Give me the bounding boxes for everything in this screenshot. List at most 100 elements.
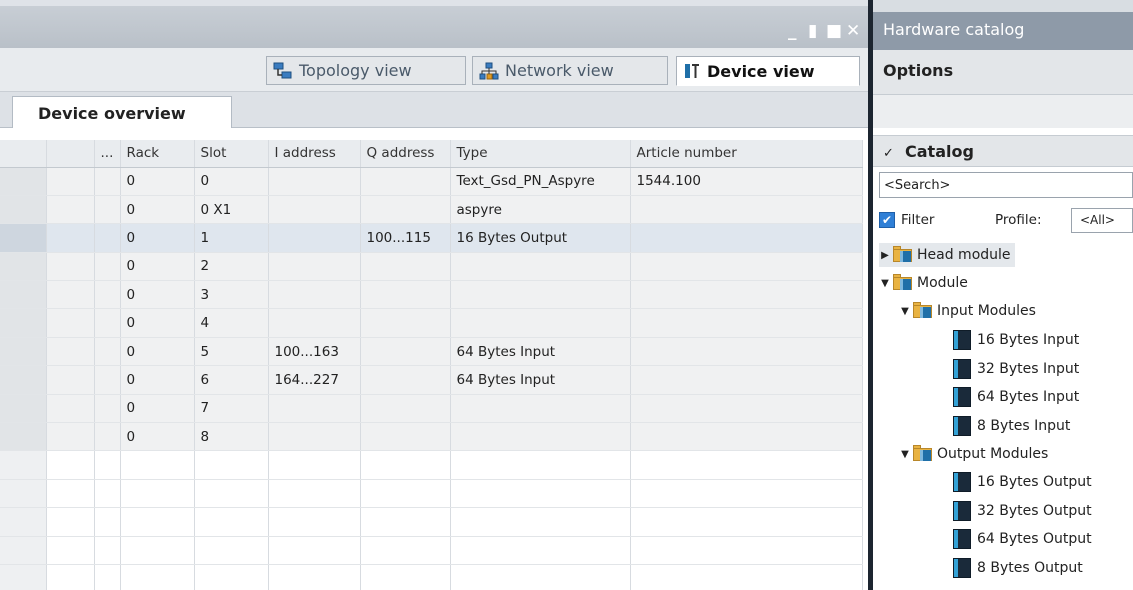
- type-cell[interactable]: [450, 308, 631, 338]
- q-address-cell[interactable]: [360, 365, 451, 395]
- catalog-module-item[interactable]: 64 Bytes Output: [953, 527, 1092, 551]
- q-address-cell[interactable]: [360, 252, 451, 282]
- row-gutter-cell[interactable]: [46, 394, 95, 424]
- tab-network-view[interactable]: Network view: [472, 56, 668, 85]
- article-number-cell[interactable]: [630, 308, 863, 338]
- i-address-cell[interactable]: [268, 308, 361, 338]
- column-header-slot[interactable]: Slot: [194, 140, 269, 168]
- empty-cell[interactable]: [0, 507, 47, 537]
- table-row[interactable]: 02: [0, 252, 863, 282]
- empty-cell[interactable]: [268, 450, 361, 480]
- slot-cell[interactable]: 3: [194, 280, 269, 310]
- catalog-module-item[interactable]: 32 Bytes Input: [953, 357, 1079, 381]
- empty-cell[interactable]: [450, 507, 631, 537]
- article-number-cell[interactable]: [630, 280, 863, 310]
- column-header-type[interactable]: Type: [450, 140, 631, 168]
- row-gutter-cell[interactable]: [94, 365, 121, 395]
- tab-device-overview[interactable]: Device overview: [12, 96, 232, 129]
- slot-cell[interactable]: 2: [194, 252, 269, 282]
- column-header-more[interactable]: ...: [94, 140, 121, 168]
- i-address-cell[interactable]: 100...163: [268, 337, 361, 367]
- i-address-cell[interactable]: [268, 167, 361, 196]
- row-gutter-cell[interactable]: [94, 195, 121, 225]
- catalog-module-item[interactable]: 16 Bytes Output: [953, 470, 1092, 494]
- row-gutter-cell[interactable]: [0, 223, 47, 253]
- empty-cell[interactable]: [630, 507, 863, 537]
- row-gutter-cell[interactable]: [46, 167, 95, 196]
- rack-cell[interactable]: 0: [120, 422, 195, 452]
- article-number-cell[interactable]: [630, 394, 863, 424]
- slot-cell[interactable]: 1: [194, 223, 269, 253]
- empty-cell[interactable]: [194, 507, 269, 537]
- empty-cell[interactable]: [360, 564, 451, 590]
- rack-cell[interactable]: 0: [120, 280, 195, 310]
- column-header[interactable]: [46, 140, 95, 168]
- empty-cell[interactable]: [0, 450, 47, 480]
- empty-cell[interactable]: [630, 450, 863, 480]
- empty-cell[interactable]: [120, 536, 195, 565]
- empty-cell[interactable]: [360, 536, 451, 565]
- row-gutter-cell[interactable]: [46, 280, 95, 310]
- empty-cell[interactable]: [46, 564, 95, 590]
- empty-cell[interactable]: [120, 479, 195, 509]
- tree-item-head-module[interactable]: ▶ Head module: [879, 243, 1015, 267]
- table-row[interactable]: 0 6 164...227 64 Bytes Input: [0, 365, 863, 395]
- empty-table-row[interactable]: [0, 479, 863, 509]
- catalog-module-item[interactable]: 8 Bytes Output: [953, 556, 1083, 580]
- rack-cell[interactable]: 0: [120, 223, 195, 253]
- filter-checkbox[interactable]: ✔: [879, 212, 895, 228]
- empty-cell[interactable]: [46, 536, 95, 565]
- type-cell[interactable]: 64 Bytes Input: [450, 365, 631, 395]
- slot-cell[interactable]: 8: [194, 422, 269, 452]
- profile-select[interactable]: <All>: [1071, 208, 1133, 233]
- row-gutter-cell[interactable]: [94, 280, 121, 310]
- table-row[interactable]: 04: [0, 308, 863, 338]
- row-gutter-cell[interactable]: [94, 223, 121, 253]
- row-gutter-cell[interactable]: [0, 422, 47, 452]
- empty-cell[interactable]: [360, 479, 451, 509]
- empty-cell[interactable]: [120, 507, 195, 537]
- empty-cell[interactable]: [94, 479, 121, 509]
- empty-cell[interactable]: [360, 507, 451, 537]
- empty-cell[interactable]: [94, 536, 121, 565]
- row-gutter-cell[interactable]: [46, 365, 95, 395]
- q-address-cell[interactable]: [360, 422, 451, 452]
- empty-cell[interactable]: [630, 564, 863, 590]
- row-gutter-cell[interactable]: [0, 195, 47, 225]
- column-header[interactable]: [0, 140, 47, 168]
- article-number-cell[interactable]: [630, 223, 863, 253]
- expand-arrow-icon[interactable]: ▶: [879, 250, 891, 261]
- table-row[interactable]: 03: [0, 280, 863, 310]
- row-gutter-cell[interactable]: [94, 167, 121, 196]
- q-address-cell[interactable]: [360, 195, 451, 225]
- collapse-arrow-icon[interactable]: ▼: [899, 306, 911, 317]
- type-cell[interactable]: Text_Gsd_PN_Aspyre: [450, 167, 631, 196]
- row-gutter-cell[interactable]: [94, 422, 121, 452]
- empty-cell[interactable]: [268, 507, 361, 537]
- row-gutter-cell[interactable]: [46, 422, 95, 452]
- row-gutter-cell[interactable]: [0, 252, 47, 282]
- catalog-search-input[interactable]: [879, 172, 1133, 198]
- empty-cell[interactable]: [194, 564, 269, 590]
- row-gutter-cell[interactable]: [94, 308, 121, 338]
- i-address-cell[interactable]: [268, 195, 361, 225]
- column-header-q-address[interactable]: Q address: [360, 140, 451, 168]
- empty-cell[interactable]: [194, 450, 269, 480]
- i-address-cell[interactable]: [268, 280, 361, 310]
- type-cell[interactable]: aspyre: [450, 195, 631, 225]
- empty-table-row[interactable]: [0, 536, 863, 565]
- maximize-button[interactable]: ■: [826, 22, 842, 40]
- table-row[interactable]: 07: [0, 394, 863, 424]
- empty-cell[interactable]: [450, 564, 631, 590]
- empty-cell[interactable]: [46, 479, 95, 509]
- row-gutter-cell[interactable]: [94, 337, 121, 367]
- row-gutter-cell[interactable]: [0, 365, 47, 395]
- type-cell[interactable]: [450, 394, 631, 424]
- close-button[interactable]: ✕: [846, 22, 860, 40]
- q-address-cell[interactable]: [360, 167, 451, 196]
- options-section[interactable]: Options: [873, 50, 1133, 95]
- catalog-module-item[interactable]: 8 Bytes Input: [953, 414, 1070, 438]
- empty-cell[interactable]: [194, 479, 269, 509]
- table-row[interactable]: 0 1 100...115 16 Bytes Output: [0, 223, 863, 253]
- rack-cell[interactable]: 0: [120, 394, 195, 424]
